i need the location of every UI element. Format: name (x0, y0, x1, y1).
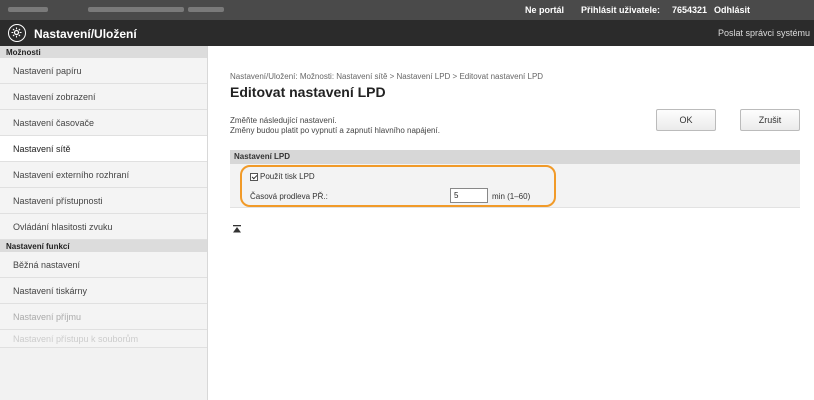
sidebar-item-paper-settings[interactable]: Nastavení papíru (0, 58, 207, 84)
use-lpd-row: Použít tisk LPD (250, 172, 315, 181)
panel-header: Nastavení LPD (230, 150, 800, 164)
triangle-up-icon[interactable] (232, 224, 242, 234)
blurred-device-address-2 (188, 7, 224, 12)
cancel-button[interactable]: Zrušit (740, 109, 800, 131)
mail-to-admin-link[interactable]: Poslat správci systému (718, 28, 810, 38)
sidebar-item-receive-settings[interactable]: Nastavení příjmu (0, 304, 207, 330)
user-id: 7654321 (672, 5, 708, 15)
blurred-device-name (8, 7, 48, 12)
timeout-label: Časová prodleva PŘ.: (250, 192, 328, 201)
top-bar: Ne portál Přihlásit uživatele: 7654321 O… (0, 0, 814, 20)
timeout-input[interactable] (450, 188, 488, 203)
settings-logo-icon (8, 24, 26, 42)
use-lpd-checkbox[interactable] (250, 172, 258, 181)
lpd-settings-panel: Nastavení LPD Použít tisk LPD Časová pro… (230, 150, 800, 270)
portal-link[interactable]: Ne portál (525, 5, 564, 15)
sidebar-item-display-settings[interactable]: Nastavení zobrazení (0, 84, 207, 110)
logout-link[interactable]: Odhlásit (714, 5, 750, 15)
sidebar-item-file-access-settings[interactable]: Nastavení přístupu k souborům (0, 330, 207, 348)
sidebar-item-accessibility[interactable]: Nastavení přístupnosti (0, 188, 207, 214)
main-content: Nastavení/Uložení: Možnosti: Nastavení s… (218, 46, 814, 400)
instruction-text: Změňte následující nastavení. (230, 116, 337, 125)
sidebar-item-volume-control[interactable]: Ovládání hlasitosti zvuku (0, 214, 207, 240)
sidebar-section-function-settings: Nastavení funkcí (0, 240, 207, 252)
page-header-title: Nastavení/Uložení (34, 27, 137, 41)
breadcrumb: Nastavení/Uložení: Možnosti: Nastavení s… (230, 72, 544, 81)
sidebar: Možnosti Nastavení papíru Nastavení zobr… (0, 46, 208, 400)
title-bar: Nastavení/Uložení Poslat správci systému (0, 20, 814, 46)
blurred-device-address (88, 7, 184, 12)
sidebar-item-timer-settings[interactable]: Nastavení časovače (0, 110, 207, 136)
restart-note-text: Změny budou platit po vypnutí a zapnutí … (230, 126, 440, 135)
ok-button[interactable]: OK (656, 109, 716, 131)
user-label: Přihlásit uživatele: (581, 5, 661, 15)
timeout-unit: min (1–60) (492, 192, 531, 201)
sidebar-section-options: Možnosti (0, 46, 207, 58)
sidebar-item-printer-settings[interactable]: Nastavení tiskárny (0, 278, 207, 304)
sidebar-item-external-interface[interactable]: Nastavení externího rozhraní (0, 162, 207, 188)
sidebar-item-common-settings[interactable]: Běžná nastavení (0, 252, 207, 278)
sidebar-item-network-settings[interactable]: Nastavení sítě (0, 136, 207, 162)
page-title: Editovat nastavení LPD (230, 84, 386, 100)
use-lpd-label: Použít tisk LPD (260, 172, 315, 181)
